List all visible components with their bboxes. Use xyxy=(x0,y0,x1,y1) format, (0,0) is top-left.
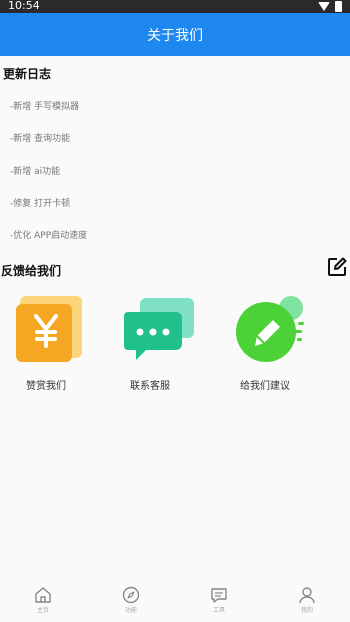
suggestion-label: 给我们建议 xyxy=(240,381,290,392)
status-time: 10:54 xyxy=(8,0,40,12)
contact-service-card[interactable]: 联系客服 xyxy=(124,296,196,392)
changelog-item: -优化 APP启动速度 xyxy=(10,231,88,241)
chat-icon xyxy=(124,298,194,360)
contact-service-label: 联系客服 xyxy=(130,381,170,392)
appreciate-label: 赞赏我们 xyxy=(26,381,66,392)
yen-icon xyxy=(16,296,82,362)
nav-item-mine[interactable]: 我的 xyxy=(282,586,332,614)
nav-label-features: 功能 xyxy=(124,607,137,614)
status-bar: 10:54 xyxy=(0,0,350,13)
user-icon xyxy=(299,587,315,604)
home-icon xyxy=(35,587,51,603)
nav-item-features[interactable]: 功能 xyxy=(106,586,156,614)
changelog-item: -新增 查询功能 xyxy=(10,134,71,144)
bottom-nav: 主页 功能 工具 我的 xyxy=(0,582,350,622)
compass-icon xyxy=(122,586,140,604)
status-icons xyxy=(318,1,342,12)
app-bar: 关于我们 xyxy=(0,13,350,56)
changelog-item: -修复 打开卡顿 xyxy=(10,199,71,209)
nav-item-tools[interactable]: 工具 xyxy=(194,586,244,614)
nav-label-tools: 工具 xyxy=(212,607,225,614)
changelog-item: -新增 ai功能 xyxy=(10,167,61,177)
changelog-item: -新增 手写模拟器 xyxy=(10,102,80,112)
message-icon xyxy=(211,588,227,603)
nav-label-mine: 我的 xyxy=(300,607,313,614)
changelog-title: 更新日志 xyxy=(3,67,52,81)
nav-label-home: 主页 xyxy=(36,607,49,614)
page-title: 关于我们 xyxy=(147,28,203,44)
appreciate-card[interactable]: 赞赏我们 xyxy=(16,296,82,392)
wifi-icon xyxy=(318,2,330,11)
edit-icon[interactable] xyxy=(327,257,347,277)
feedback-title: 反馈给我们 xyxy=(1,264,62,278)
suggestion-card[interactable]: 给我们建议 xyxy=(234,296,306,392)
nav-item-home[interactable]: 主页 xyxy=(18,586,68,614)
battery-icon xyxy=(335,1,342,12)
pencil-icon xyxy=(236,296,304,362)
